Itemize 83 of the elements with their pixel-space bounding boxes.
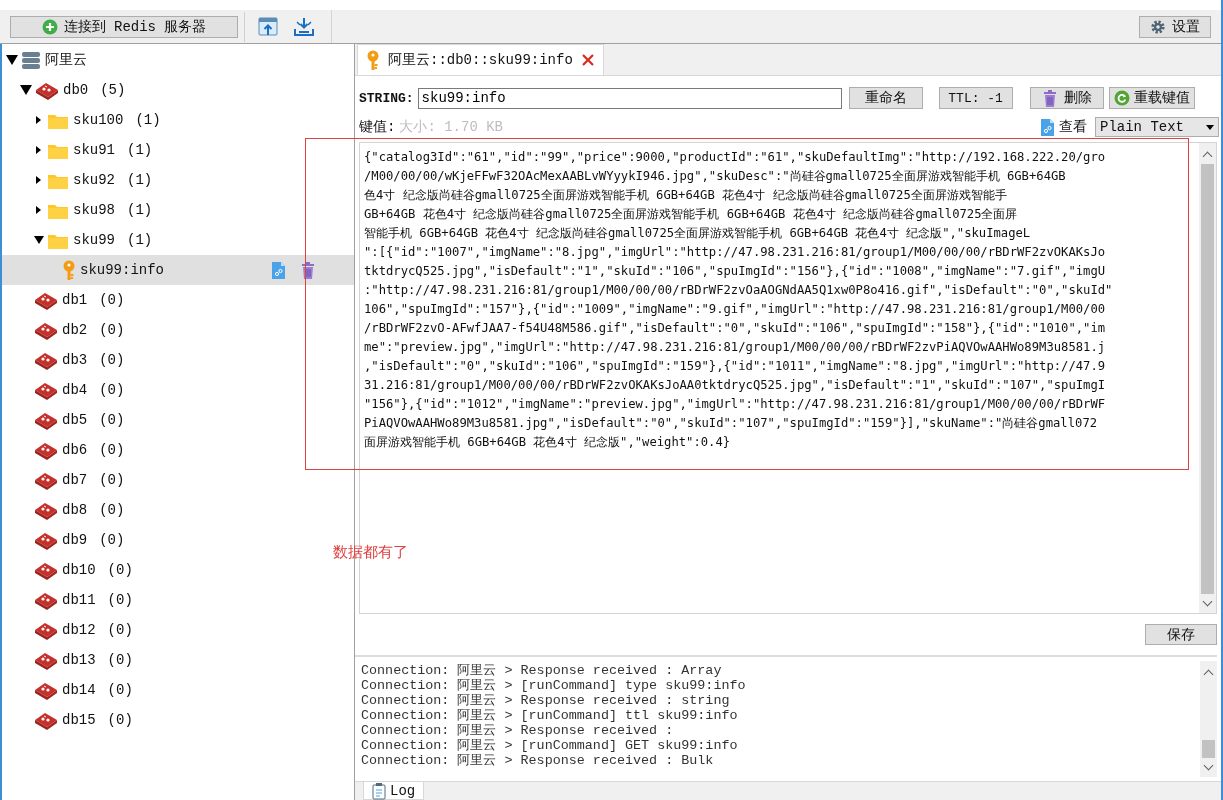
key-type-label: STRING: (359, 90, 414, 106)
value-text-line: PiAQVOwAAHWo89M3u8581.jpg","isDefault":"0","skuId":"107","spuImgId":"159"}],"skuName":"尚硅谷gmall072 (364, 415, 1099, 432)
value-text-line: tktdrycQ525.jpg","isDefault":"1","skuId":"106","spuImgId":"156"},{"id":"1008","imgName":"7.gif","imgU (364, 263, 1107, 280)
value-text-line: 面屏游戏智能手机 6GB+64GB 花色4寸 纪念版","weight":0.4} (364, 434, 732, 451)
tree-item[interactable]: db1 (0) (2, 285, 328, 315)
tree-item[interactable]: db0 (5) (2, 75, 328, 105)
tree-item[interactable]: db15 (0) (2, 705, 328, 735)
ttl-button[interactable]: TTL: -1 (938, 87, 1013, 109)
key-icon (62, 259, 76, 281)
value-text-line: "156"},{"id":"1012","imgName":"preview.jpg","imgUrl":"http://47.98.231.216:81/group1/M00/00/00/rBDrWF (364, 396, 1107, 413)
document-icon[interactable] (1040, 117, 1055, 137)
value-text-line: /rBDrWF2zvO-AFwfJAA7-f54U48M586.gif","isDefault":"0","skuId":"106","spuImgId":"158"},{"id":"1010","im (364, 320, 1107, 337)
tree-item[interactable]: db7 (0) (2, 465, 328, 495)
tree-item[interactable]: db6 (0) (2, 435, 328, 465)
tree-item[interactable]: sku92 (1) (2, 165, 328, 195)
value-text-line: ,"isDefault":"0","skuId":"106","spuImgId":"159"},{"id":"1011","imgName":"8.jpg","imgUrl":"http://47.9 (364, 358, 1107, 375)
expand-arrow-icon[interactable] (36, 116, 41, 124)
value-text-line: 106","spuImgId":"157"},{"id":"1009","imgName":"9.gif","imgUrl":"http://47.98.231.216:81/group1/M00/00 (364, 301, 1107, 318)
close-icon[interactable] (580, 53, 595, 67)
tree-item[interactable]: db8 (0) (2, 495, 328, 525)
value-text-line: 31.216:81/group1/M00/00/00/rBDrWF2zvOKAKsJoAA0tktdrycQ525.jpg","isDefault":"1","skuId":"107","spuImgI (364, 377, 1107, 394)
download-tray-icon[interactable] (293, 15, 315, 38)
add-icon (41, 18, 58, 35)
import-icon[interactable] (257, 15, 279, 38)
size-text: 大小: 1.70 KB (399, 118, 504, 136)
log-line: Connection: 阿里云 > [runCommand] ttl sku99:info (361, 708, 739, 723)
log-line: Connection: 阿里云 > Response received : (361, 723, 675, 738)
expand-arrow-icon[interactable] (36, 206, 41, 214)
annotation-text: 数据都有了 (333, 543, 408, 562)
value-text-line: :"http://47.98.231.216:81/group1/M00/00/00/rBDrWF2zvOaAOGNdAA5Q1xw0P8o416.gif","isDefault":"0","skuId" (364, 282, 1114, 299)
log-tab[interactable]: Log (363, 782, 425, 800)
tree-item[interactable]: sku99:info (2, 255, 354, 285)
settings-icon (1150, 18, 1166, 35)
value-text-line: GB+64GB 花色4寸 纪念版尚硅谷gmall0725全面屏游戏智能手机 6GB+64GB 花色4寸 纪念版尚硅谷gmall0725全面屏 (364, 206, 1019, 223)
tree-item[interactable]: db2 (0) (2, 315, 328, 345)
value-text-line: /M00/00/00/wKjeFFwF32OAcMexAABLvWYyykI946.jpg","skuDesc":"尚硅谷gmall0725全面屏游戏智能手机 6GB+64GB (364, 168, 1067, 185)
log-line: Connection: 阿里云 > Response received : Array (361, 663, 723, 678)
key-name-field[interactable]: sku99:info (417, 87, 842, 109)
scrollbar[interactable] (1200, 661, 1217, 777)
tree-item[interactable]: sku99 (1) (2, 225, 328, 255)
value-text-line: me":"preview.jpg","imgUrl":"http://47.98.231.216:81/group1/M00/00/00/rBDrWF2zvPiAQVOwAAHWo89M3u8581.j (364, 339, 1107, 356)
tree-item[interactable]: db3 (0) (2, 345, 328, 375)
tree-item[interactable]: sku100 (1) (2, 105, 328, 135)
rename-button[interactable]: 重命名 (848, 87, 923, 109)
value-text-line: ":[{"id":"1007","imgName":"8.jpg","imgUrl":"http://47.98.231.216:81/group1/M00/00/00/rBDrWF2zvOKAKsJo (364, 244, 1107, 261)
clipboard-icon (372, 781, 386, 800)
value-text-line: {"catalog3Id":"61","id":"99","price":9000,"productId":"61","skuDefaultImg":"http://192.168.222.20/gro (364, 149, 1107, 166)
scrollbar[interactable] (1199, 143, 1216, 613)
tree-item[interactable]: db14 (0) (2, 675, 328, 705)
reload-button[interactable]: 重载键值 (1108, 87, 1195, 109)
tree-item[interactable]: db4 (0) (2, 375, 328, 405)
expand-arrow-icon[interactable] (36, 176, 41, 184)
value-text-line: 智能手机 6GB+64GB 花色4寸 纪念版尚硅谷gmall0725全面屏游戏智能手机 6GB+64GB 花色4寸 纪念版","skuImageL (364, 225, 1032, 242)
log-line: Connection: 阿里云 > [runCommand] GET sku99:info (361, 738, 739, 753)
tree-item[interactable]: db11 (0) (2, 585, 328, 615)
log-line: Connection: 阿里云 > [runCommand] type sku99:info (361, 678, 747, 693)
connect-button[interactable]: 连接到 Redis 服务器 (10, 15, 238, 38)
view-label: 查看 (1059, 118, 1087, 136)
settings-button[interactable]: 设置 (1139, 15, 1211, 38)
view-mode-dropdown[interactable]: Plain Text (1095, 117, 1219, 137)
save-button[interactable]: 保存 (1145, 624, 1217, 645)
tree-item[interactable]: sku91 (1) (2, 135, 328, 165)
expand-arrow-icon[interactable] (36, 146, 41, 154)
key-tab[interactable]: 阿里云::db0::sku99:info (357, 44, 604, 75)
caret-icon (1206, 124, 1214, 130)
tree-item[interactable]: db10 (0) (2, 555, 328, 585)
log-line: Connection: 阿里云 > Response received : Bulk (361, 753, 715, 768)
tree-item[interactable]: db12 (0) (2, 615, 328, 645)
log-line: Connection: 阿里云 > Response received : string (361, 693, 731, 708)
copy-link-icon[interactable] (271, 260, 286, 280)
refresh-icon (1113, 90, 1130, 106)
tree-item[interactable]: 阿里云 (2, 45, 328, 75)
tree-item[interactable]: sku98 (1) (2, 195, 328, 225)
delete-button[interactable]: 删除 (1029, 87, 1104, 109)
trash-icon[interactable] (1041, 88, 1058, 108)
value-text-line: 色4寸 纪念版尚硅谷gmall0725全面屏游戏智能手机 6GB+64GB 花色4寸 纪念版尚硅谷gmall0725全面屏游戏智能手 (364, 187, 1008, 204)
tree-item[interactable]: db5 (0) (2, 405, 328, 435)
key-icon (366, 49, 380, 71)
delete-icon[interactable] (300, 260, 316, 280)
value-label: 键值: (359, 118, 396, 136)
tree-item[interactable]: db13 (0) (2, 645, 328, 675)
server-icon (21, 50, 41, 70)
tree-item[interactable]: db9 (0) (2, 525, 328, 555)
